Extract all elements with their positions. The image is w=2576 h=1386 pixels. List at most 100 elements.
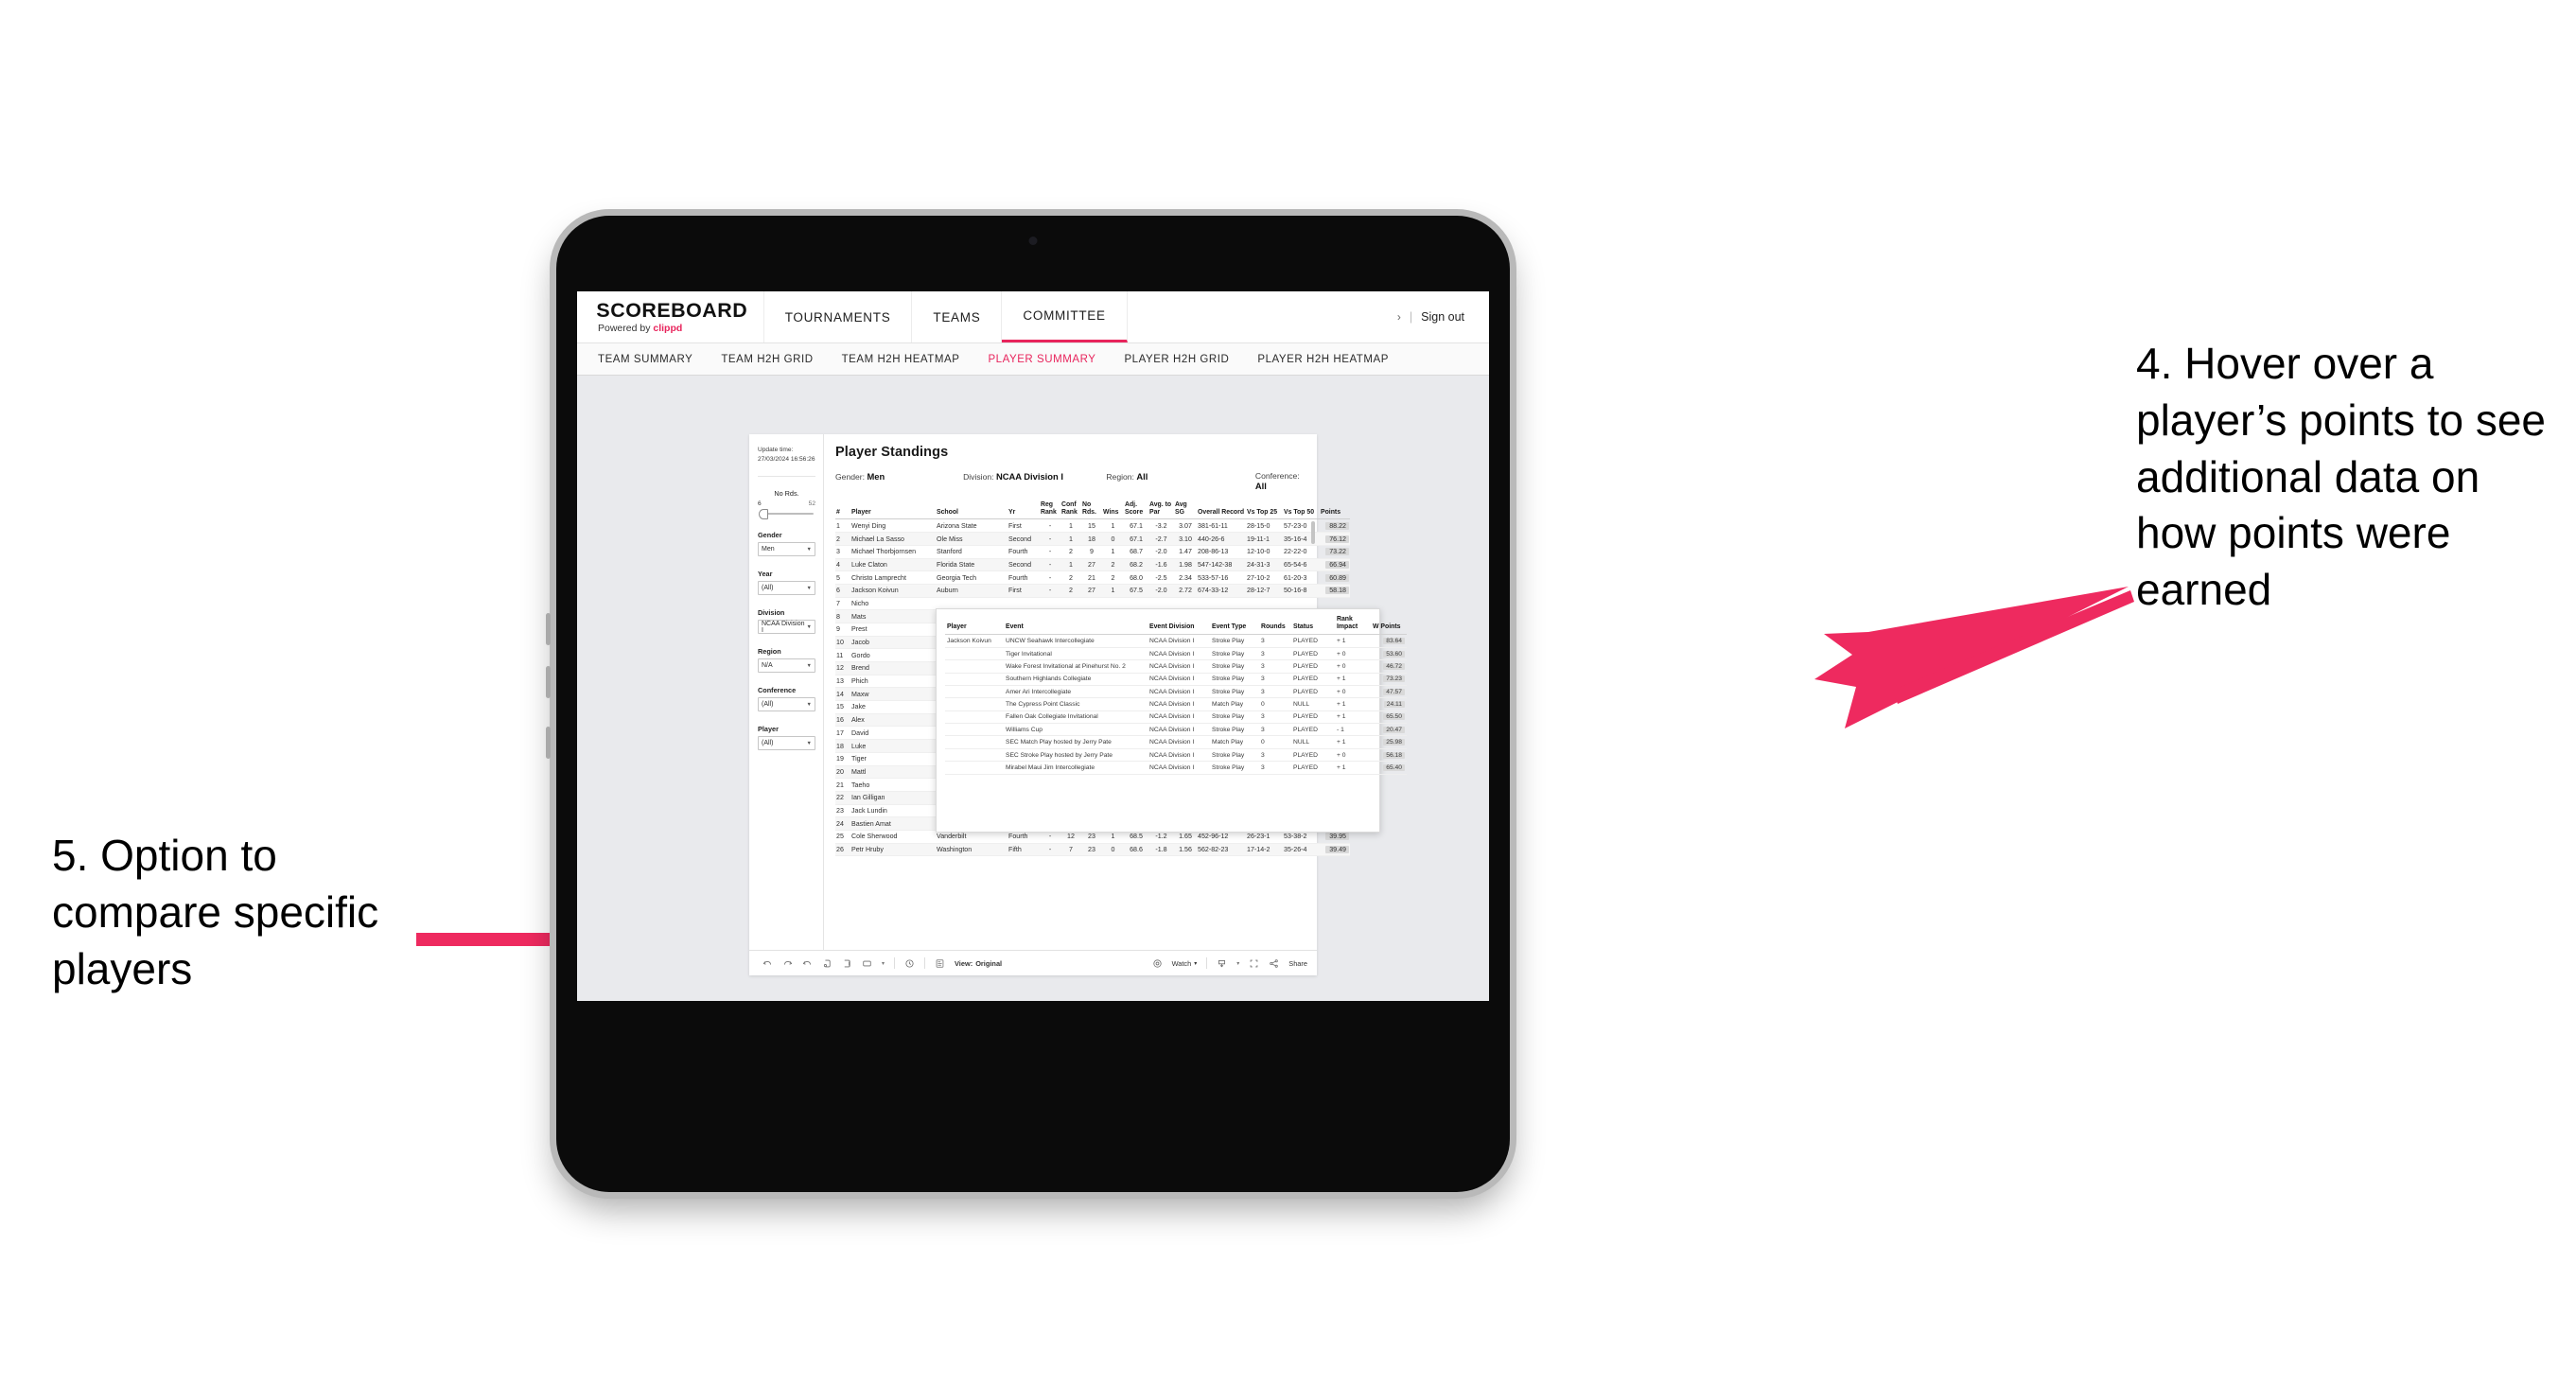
tooltip-cell-wpoints: 20.47 xyxy=(1371,723,1407,737)
tab-team-h2h-grid[interactable]: TEAM H2H GRID xyxy=(721,354,813,365)
cell-record: 674-33-12 xyxy=(1197,584,1246,598)
brand-powered-prefix: Powered by xyxy=(598,322,654,334)
col-no-rounds[interactable]: No Rds. xyxy=(1081,501,1102,520)
tooltip-cell-impact: + 1 xyxy=(1335,673,1371,686)
annotation-left-text: 5. Option to compare specific players xyxy=(52,831,379,993)
brand-powered-name: clippd xyxy=(653,322,683,334)
fullscreen-icon[interactable] xyxy=(1249,958,1259,969)
volume-down-button[interactable] xyxy=(546,666,551,698)
points-value[interactable]: 66.94 xyxy=(1325,560,1349,569)
table-row[interactable]: 6 Jackson Koivun Auburn First -2 27 1 67.5 -2.0 2… xyxy=(835,584,1350,598)
col-wins[interactable]: Wins xyxy=(1102,501,1124,520)
download-caret-icon[interactable]: ▾ xyxy=(1236,960,1239,967)
tab-player-h2h-grid[interactable]: PLAYER H2H GRID xyxy=(1124,354,1229,365)
tooltip-cell-player xyxy=(945,685,1004,699)
share-icon[interactable] xyxy=(1269,958,1279,969)
year-dropdown[interactable]: (All) ▼ xyxy=(758,581,815,596)
col-adj-score[interactable]: Adj. Score xyxy=(1124,501,1148,520)
summary-region-value: All xyxy=(1136,471,1148,482)
tab-player-summary[interactable]: PLAYER SUMMARY xyxy=(988,354,1095,365)
tab-player-h2h-heatmap[interactable]: PLAYER H2H HEATMAP xyxy=(1257,354,1389,365)
summary-division: Division: NCAA Division I xyxy=(963,471,1106,491)
power-button[interactable] xyxy=(546,727,551,759)
col-vs-top-50[interactable]: Vs Top 50 xyxy=(1283,501,1320,520)
share-button[interactable]: Share xyxy=(1288,959,1307,968)
device-layout-icon[interactable] xyxy=(862,958,872,969)
cell-player: Maxw xyxy=(850,687,936,702)
filter-gender-label: Gender xyxy=(758,531,782,540)
user-menu-icon[interactable]: › xyxy=(1397,310,1401,324)
table-row[interactable]: 1 Wenyi Ding Arizona State First -1 15 1 67.1 -3… xyxy=(835,518,1350,534)
col-school[interactable]: School xyxy=(936,501,1008,520)
table-row[interactable]: 3 Michael Thorbjornsen Stanford Fourth -2 9 1 6… xyxy=(835,545,1350,559)
nav-tab-tournaments[interactable]: TOURNAMENTS xyxy=(764,291,913,342)
device-layout-caret-icon[interactable]: ▾ xyxy=(882,960,885,967)
cell-n: 1 xyxy=(835,518,850,534)
nav-tab-committee[interactable]: COMMITTEE xyxy=(1002,291,1128,342)
points-value[interactable]: 39.95 xyxy=(1325,833,1349,841)
col-conf-rank[interactable]: Conf Rank xyxy=(1060,501,1081,520)
workspace-background: Update time: 27/03/2024 16:56:26 No Rds.… xyxy=(577,376,1489,1001)
tt-col-rounds: Rounds xyxy=(1259,616,1291,636)
col-avg-to-par[interactable]: Avg. to Par xyxy=(1148,501,1174,520)
player-dropdown[interactable]: (All) ▼ xyxy=(758,736,815,751)
points-value[interactable]: 58.18 xyxy=(1325,587,1349,595)
watch-icon[interactable] xyxy=(1152,958,1163,969)
cell-t25: 24-31-3 xyxy=(1246,558,1283,572)
points-value[interactable]: 88.22 xyxy=(1325,521,1349,530)
w-points-value: 56.18 xyxy=(1383,751,1405,759)
cell-adj: 68.7 xyxy=(1124,545,1148,559)
slider-handle[interactable] xyxy=(759,509,768,520)
undo-icon[interactable] xyxy=(762,958,773,969)
col-reg-rank[interactable]: Reg Rank xyxy=(1040,501,1060,520)
pause-auto-updates-icon[interactable] xyxy=(842,958,852,969)
brand-logo[interactable]: SCOREBOARD Powered by clippd xyxy=(577,291,764,342)
table-row[interactable]: 26 Petr Hruby Washington Fifth -7 23 0 68.6 -1.8… xyxy=(835,843,1350,857)
tab-team-h2h-heatmap[interactable]: TEAM H2H HEATMAP xyxy=(842,354,960,365)
col-avg-sg[interactable]: Avg SG xyxy=(1174,501,1197,520)
download-icon[interactable] xyxy=(1217,958,1227,969)
sign-out-button[interactable]: Sign out xyxy=(1421,310,1464,324)
nav-tab-teams[interactable]: TEAMS xyxy=(912,291,1003,342)
table-row[interactable]: 5 Christo Lamprecht Georgia Tech Fourth -2 21… xyxy=(835,570,1350,585)
tooltip-cell-rounds: 3 xyxy=(1259,723,1291,737)
cell-rds: 21 xyxy=(1081,570,1102,585)
col-year[interactable]: Yr xyxy=(1008,501,1040,520)
division-dropdown[interactable]: NCAA Division I ▼ xyxy=(758,620,815,635)
cell-yr: First xyxy=(1008,584,1040,598)
conference-dropdown[interactable]: (All) ▼ xyxy=(758,697,815,712)
no-rounds-slider[interactable] xyxy=(758,509,815,520)
region-dropdown[interactable]: N/A ▼ xyxy=(758,658,815,674)
watch-button[interactable]: Watch ▾ xyxy=(1172,959,1198,968)
gender-dropdown[interactable]: Men ▼ xyxy=(758,542,815,557)
filter-player-label: Player xyxy=(758,725,779,734)
revert-icon[interactable] xyxy=(802,958,813,969)
points-value[interactable]: 60.89 xyxy=(1325,573,1349,582)
col-vs-top-25[interactable]: Vs Top 25 xyxy=(1246,501,1283,520)
redo-icon[interactable] xyxy=(782,958,793,969)
w-points-value: 65.40 xyxy=(1383,763,1405,771)
cell-t25: 28-15-0 xyxy=(1246,518,1283,534)
tooltip-cell-rounds: 0 xyxy=(1259,735,1291,749)
history-icon[interactable] xyxy=(904,958,915,969)
tab-team-summary[interactable]: TEAM SUMMARY xyxy=(598,354,692,365)
cell-n: 15 xyxy=(835,700,850,714)
col-rank[interactable]: # xyxy=(835,501,850,520)
table-scrollbar[interactable] xyxy=(1311,521,1315,544)
col-player[interactable]: Player xyxy=(850,501,936,520)
volume-up-button[interactable] xyxy=(546,613,551,645)
tooltip-cell-status: PLAYED xyxy=(1291,723,1335,737)
cell-player: Michael La Sasso xyxy=(850,532,936,546)
view-selector[interactable]: View: Original xyxy=(955,959,1002,968)
table-row[interactable]: 4 Luke Claton Florida State Second -1 27 2 68.2… xyxy=(835,558,1350,572)
col-points[interactable]: Points xyxy=(1320,501,1350,520)
refresh-data-icon[interactable] xyxy=(822,958,832,969)
cell-record: 208-86-13 xyxy=(1197,545,1246,559)
col-overall-record[interactable]: Overall Record xyxy=(1197,501,1246,520)
points-value[interactable]: 73.22 xyxy=(1325,548,1349,556)
points-value[interactable]: 39.49 xyxy=(1325,846,1349,853)
table-row[interactable]: 2 Michael La Sasso Ole Miss Second -1 18 0 67.1… xyxy=(835,532,1350,546)
cell-t50: 35-26-4 xyxy=(1283,843,1320,857)
tt-col-event-type: Event Type xyxy=(1210,616,1259,636)
points-value[interactable]: 76.12 xyxy=(1325,535,1349,543)
